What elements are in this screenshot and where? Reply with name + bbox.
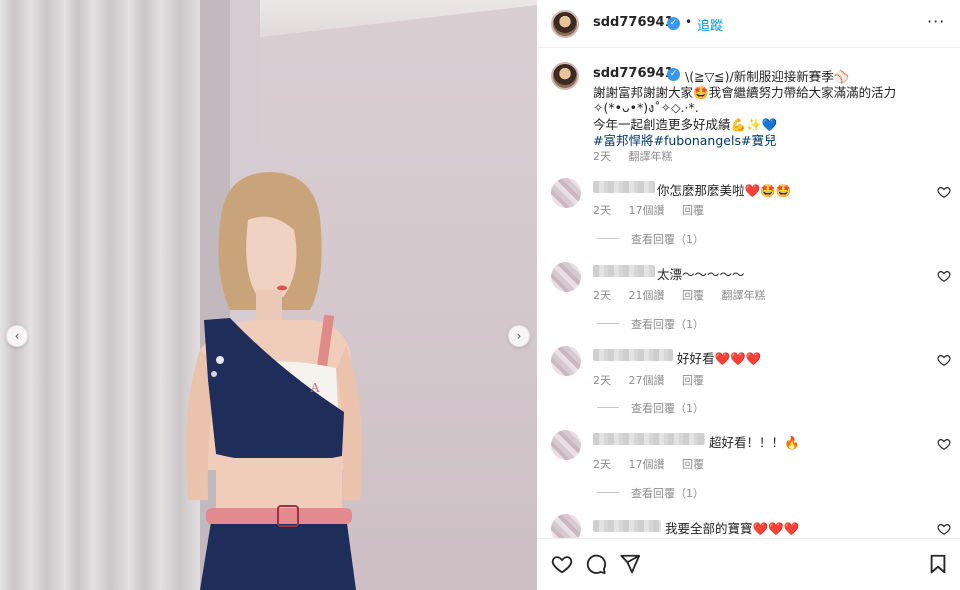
comment-3-view-replies[interactable]: 查看回覆（1） <box>631 400 704 416</box>
carousel-next-button[interactable]: › <box>508 325 530 347</box>
comment-4-text: 超好看！！！🔥 <box>709 435 800 450</box>
comment-1-time: 2天 <box>593 204 611 217</box>
comment-1-likes[interactable]: 17個讚 <box>629 204 665 217</box>
comment-3-time: 2天 <box>593 374 611 387</box>
comment-1-text: 你怎麼那麼美啦❤️🤩🤩 <box>657 183 792 198</box>
comment-3-username[interactable] <box>593 349 673 361</box>
comment-2-avatar[interactable] <box>551 262 581 292</box>
follow-button[interactable]: 追蹤 <box>697 15 723 34</box>
comment-3-text: 好好看❤️❤️❤️ <box>677 351 762 366</box>
comment-3-likes[interactable]: 27個讚 <box>629 374 665 387</box>
carousel-prev-button[interactable]: ‹ <box>6 325 28 347</box>
comment-2-username[interactable] <box>593 265 655 277</box>
caption-meta: 2天 翻譯年糕 <box>593 148 687 164</box>
share-send-icon[interactable] <box>619 553 641 575</box>
comment-2-likes[interactable]: 21個讚 <box>629 289 665 302</box>
post-header: sdd776941 ✓ • 追蹤 ··· <box>537 0 960 48</box>
comment-2-time: 2天 <box>593 289 611 302</box>
chevron-left-icon: ‹ <box>14 329 20 343</box>
comment-2-like-heart-icon[interactable] <box>937 269 951 283</box>
comment-1-like-heart-icon[interactable] <box>937 185 951 199</box>
caption-avatar[interactable] <box>551 62 579 90</box>
comment-4-replies-line <box>597 492 619 493</box>
verified-badge-icon: ✓ <box>667 17 680 30</box>
comment-3-like-heart-icon[interactable] <box>937 353 951 367</box>
comment-2-meta: 2天 21個讚 回覆 翻譯年糕 <box>593 287 780 303</box>
header-separator: • <box>685 15 693 29</box>
author-username[interactable]: sdd776941 <box>593 15 674 30</box>
post-photo[interactable]: A ‹ › <box>0 0 537 590</box>
caption-hashtags[interactable]: #富邦悍將#fubonangels#寶兒 <box>593 130 776 149</box>
comment-4-view-replies[interactable]: 查看回覆（1） <box>631 485 704 501</box>
comment-5-username[interactable] <box>593 520 661 532</box>
caption-translate-button[interactable]: 翻譯年糕 <box>629 150 673 163</box>
save-bookmark-icon[interactable] <box>927 553 949 575</box>
comment-2-reply-button[interactable]: 回覆 <box>682 289 704 302</box>
like-heart-icon[interactable] <box>551 553 573 575</box>
svg-text:A: A <box>310 381 321 396</box>
comment-1-meta: 2天 17個讚 回覆 <box>593 202 718 218</box>
caption-verified-icon: ✓ <box>667 68 680 81</box>
comment-1-view-replies[interactable]: 查看回覆（1） <box>631 231 704 247</box>
more-options-icon[interactable]: ··· <box>927 12 945 31</box>
comment-1-reply-button[interactable]: 回覆 <box>682 204 704 217</box>
author-avatar[interactable] <box>551 10 579 38</box>
comment-2-text: 太漂～～～～～ <box>657 267 745 282</box>
comment-2-translate-button[interactable]: 翻譯年糕 <box>722 289 766 302</box>
comment-5-like-heart-icon[interactable] <box>937 522 951 536</box>
comment-1-avatar[interactable] <box>551 178 581 208</box>
caption-username[interactable]: sdd776941 <box>593 66 674 81</box>
model-figure: A <box>185 172 363 590</box>
comment-3-replies-line <box>597 407 619 408</box>
comment-3-meta: 2天 27個讚 回覆 <box>593 372 718 388</box>
comment-3-reply-button[interactable]: 回覆 <box>682 374 704 387</box>
comment-bubble-icon[interactable] <box>585 553 607 575</box>
comment-1-username[interactable] <box>593 181 655 193</box>
comment-4-time: 2天 <box>593 458 611 471</box>
comment-5-text: 我要全部的寶寶❤️❤️❤️ <box>665 521 800 536</box>
comment-1-replies-line <box>597 238 619 239</box>
chevron-right-icon: › <box>516 329 522 343</box>
post-side-panel: sdd776941 ✓ • 追蹤 ··· sdd776941 ✓ \(≧▽≦)/… <box>537 0 960 590</box>
comment-4-like-heart-icon[interactable] <box>937 437 951 451</box>
comment-4-username[interactable] <box>593 433 705 445</box>
comment-2-view-replies[interactable]: 查看回覆（1） <box>631 316 704 332</box>
post-action-bar <box>537 538 960 590</box>
comment-4-avatar[interactable] <box>551 430 581 460</box>
comment-2-replies-line <box>597 323 619 324</box>
comment-4-meta: 2天 17個讚 回覆 <box>593 456 718 472</box>
caption-time: 2天 <box>593 150 611 163</box>
comment-3-avatar[interactable] <box>551 346 581 376</box>
comment-4-likes[interactable]: 17個讚 <box>629 458 665 471</box>
comment-4-reply-button[interactable]: 回覆 <box>682 458 704 471</box>
